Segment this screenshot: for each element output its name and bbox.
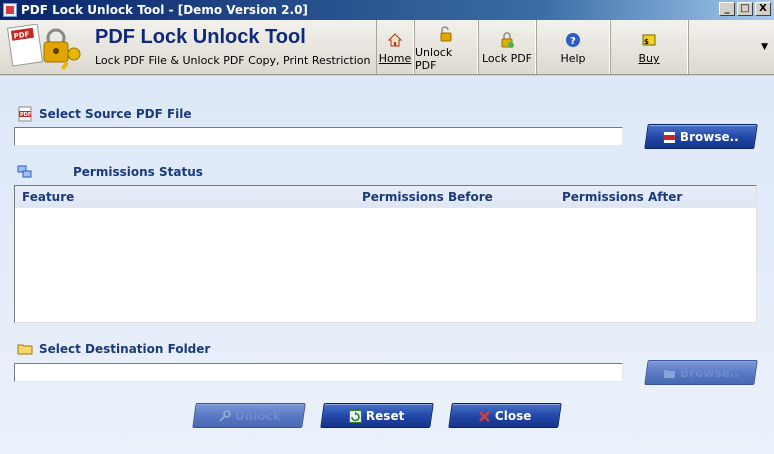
source-file-input[interactable] <box>18 129 619 144</box>
maximize-button[interactable]: □ <box>737 2 753 16</box>
column-header-feature[interactable]: Feature <box>22 190 74 204</box>
buy-icon: $ <box>640 31 658 49</box>
destination-browse-label: Browse.. <box>680 365 739 380</box>
destination-folder-field[interactable] <box>14 363 623 382</box>
toolbar-home-button[interactable]: Home <box>376 20 414 74</box>
source-file-field[interactable] <box>14 127 623 146</box>
key-icon <box>218 409 231 422</box>
close-window-button[interactable]: X <box>755 2 771 16</box>
source-browse-label: Browse.. <box>680 129 739 144</box>
column-header-permissions-after[interactable]: Permissions After <box>562 190 682 204</box>
toolbar-spacer <box>688 20 748 74</box>
app-subtitle: Lock PDF File & Unlock PDF Copy, Print R… <box>95 54 371 67</box>
title-bar: PDF Lock Unlock Tool - [Demo Version 2.0… <box>0 0 774 20</box>
folder-open-icon <box>663 366 676 379</box>
app-title: PDF Lock Unlock Tool <box>95 26 306 48</box>
toolbar-help-label: Help <box>560 52 586 65</box>
computers-icon <box>17 164 33 180</box>
toolbar-help-button[interactable]: ? Help <box>536 20 610 74</box>
destination-label-text: Select Destination Folder <box>39 342 211 356</box>
window-title: PDF Lock Unlock Tool - [Demo Version 2.0… <box>21 3 308 17</box>
permissions-table-header: Feature Permissions Before Permissions A… <box>15 186 756 208</box>
svg-text:?: ? <box>570 36 576 47</box>
reset-button[interactable]: Reset <box>320 403 434 428</box>
source-section-label: PDF Select Source PDF File <box>17 106 192 122</box>
app-icon <box>3 3 17 17</box>
pdf-lock-logo: PDF <box>6 24 81 71</box>
toolbar-lock-pdf-button[interactable]: Lock PDF <box>478 20 536 74</box>
toolbar-home-label: Home <box>378 52 412 65</box>
toolbar-unlock-label: Unlock PDF <box>415 45 453 72</box>
chevron-down-icon[interactable]: ▼ <box>761 42 768 52</box>
destination-folder-input[interactable] <box>18 365 619 380</box>
main-panel: PDF Select Source PDF File Browse.. Perm… <box>0 76 774 454</box>
pdf-file-icon: PDF <box>17 106 33 122</box>
unlock-button[interactable]: Unlock <box>192 403 306 428</box>
home-icon <box>386 31 404 49</box>
destination-section-label: Select Destination Folder <box>17 341 210 357</box>
toolbar-buy-label: Buy <box>638 52 660 65</box>
unlock-label: Unlock <box>234 408 281 423</box>
column-header-permissions-before[interactable]: Permissions Before <box>362 190 493 204</box>
close-button[interactable]: Close <box>448 403 562 428</box>
minimize-button[interactable]: _ <box>719 2 735 16</box>
reset-label: Reset <box>366 408 405 423</box>
app-header: PDF PDF Lock Unlock Tool Lock PDF File &… <box>0 20 774 75</box>
permissions-section-label: Permissions Status <box>17 164 203 180</box>
toolbar: Home Unlock PDF Lock PDF ? Help $ Buy <box>376 20 748 74</box>
permissions-table[interactable]: Feature Permissions Before Permissions A… <box>14 185 757 323</box>
permissions-label-text: Permissions Status <box>73 165 203 179</box>
pdf-icon <box>663 130 676 143</box>
toolbar-lock-label: Lock PDF <box>481 52 532 65</box>
svg-text:PDF: PDF <box>20 112 31 118</box>
toolbar-unlock-pdf-button[interactable]: Unlock PDF <box>414 20 478 74</box>
refresh-icon <box>349 409 363 422</box>
unlock-icon <box>437 25 455 43</box>
destination-browse-button[interactable]: Browse.. <box>644 360 758 385</box>
close-label: Close <box>495 408 532 423</box>
folder-icon <box>17 341 33 357</box>
source-label-text: Select Source PDF File <box>39 107 192 121</box>
lock-icon <box>498 31 516 49</box>
close-icon <box>478 409 491 422</box>
help-icon: ? <box>564 31 582 49</box>
source-browse-button[interactable]: Browse.. <box>644 124 758 149</box>
toolbar-buy-button[interactable]: $ Buy <box>610 20 688 74</box>
svg-text:$: $ <box>644 38 649 46</box>
window-controls: _ □ X <box>719 2 771 16</box>
